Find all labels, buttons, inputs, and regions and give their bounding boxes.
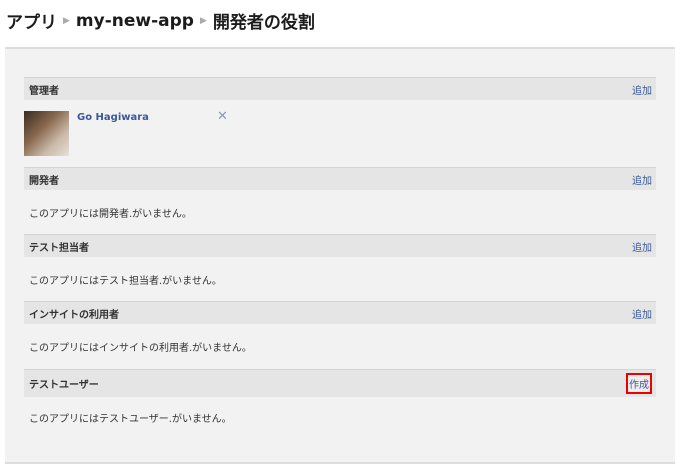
empty-message: このアプリには開発者.がいません。 (29, 209, 192, 220)
section-header-test-users: テストユーザー 作成 (24, 369, 656, 397)
empty-message: このアプリにはテストユーザー.がいません。 (29, 414, 232, 425)
section-title: テスト担当者 (29, 242, 89, 254)
breadcrumb-apps[interactable]: アプリ (6, 8, 57, 33)
add-developer-link[interactable]: 追加 (632, 172, 652, 187)
add-tester-link[interactable]: 追加 (632, 239, 652, 254)
breadcrumb-app[interactable]: my-new-app (76, 11, 194, 31)
section-header-developers: 開発者 追加 (24, 167, 656, 190)
remove-icon[interactable]: ✕ (217, 109, 228, 124)
empty-message: このアプリにはインサイトの利用者.がいません。 (29, 343, 252, 354)
page-title: 開発者の役割 (212, 13, 315, 33)
roles-panel: 管理者 追加 Go Hagiwara ✕ 開発者 追加 このアプリには開発者.がいま… (5, 47, 675, 464)
admin-name-link[interactable]: Go Hagiwara (77, 112, 149, 123)
section-title: テストユーザー (29, 380, 99, 391)
section-title: インサイトの利用者 (29, 309, 119, 321)
add-admin-link[interactable]: 追加 (632, 82, 652, 97)
section-title: 管理者 (29, 85, 59, 97)
chevron-right-icon: ▶ (199, 15, 207, 26)
breadcrumb: アプリ ▶ my-new-app ▶ 開発者の役割 (6, 8, 315, 34)
section-header-testers: テスト担当者 追加 (24, 234, 656, 257)
add-insights-user-link[interactable]: 追加 (632, 306, 652, 321)
create-test-user-link[interactable]: 作成 (626, 373, 652, 394)
chevron-right-icon: ▶ (63, 15, 70, 26)
avatar[interactable] (24, 111, 69, 156)
section-header-insights: インサイトの利用者 追加 (24, 301, 656, 324)
empty-message: このアプリにはテスト担当者.がいません。 (29, 276, 222, 287)
section-header-admins: 管理者 追加 (24, 77, 656, 100)
section-title: 開発者 (29, 175, 59, 187)
